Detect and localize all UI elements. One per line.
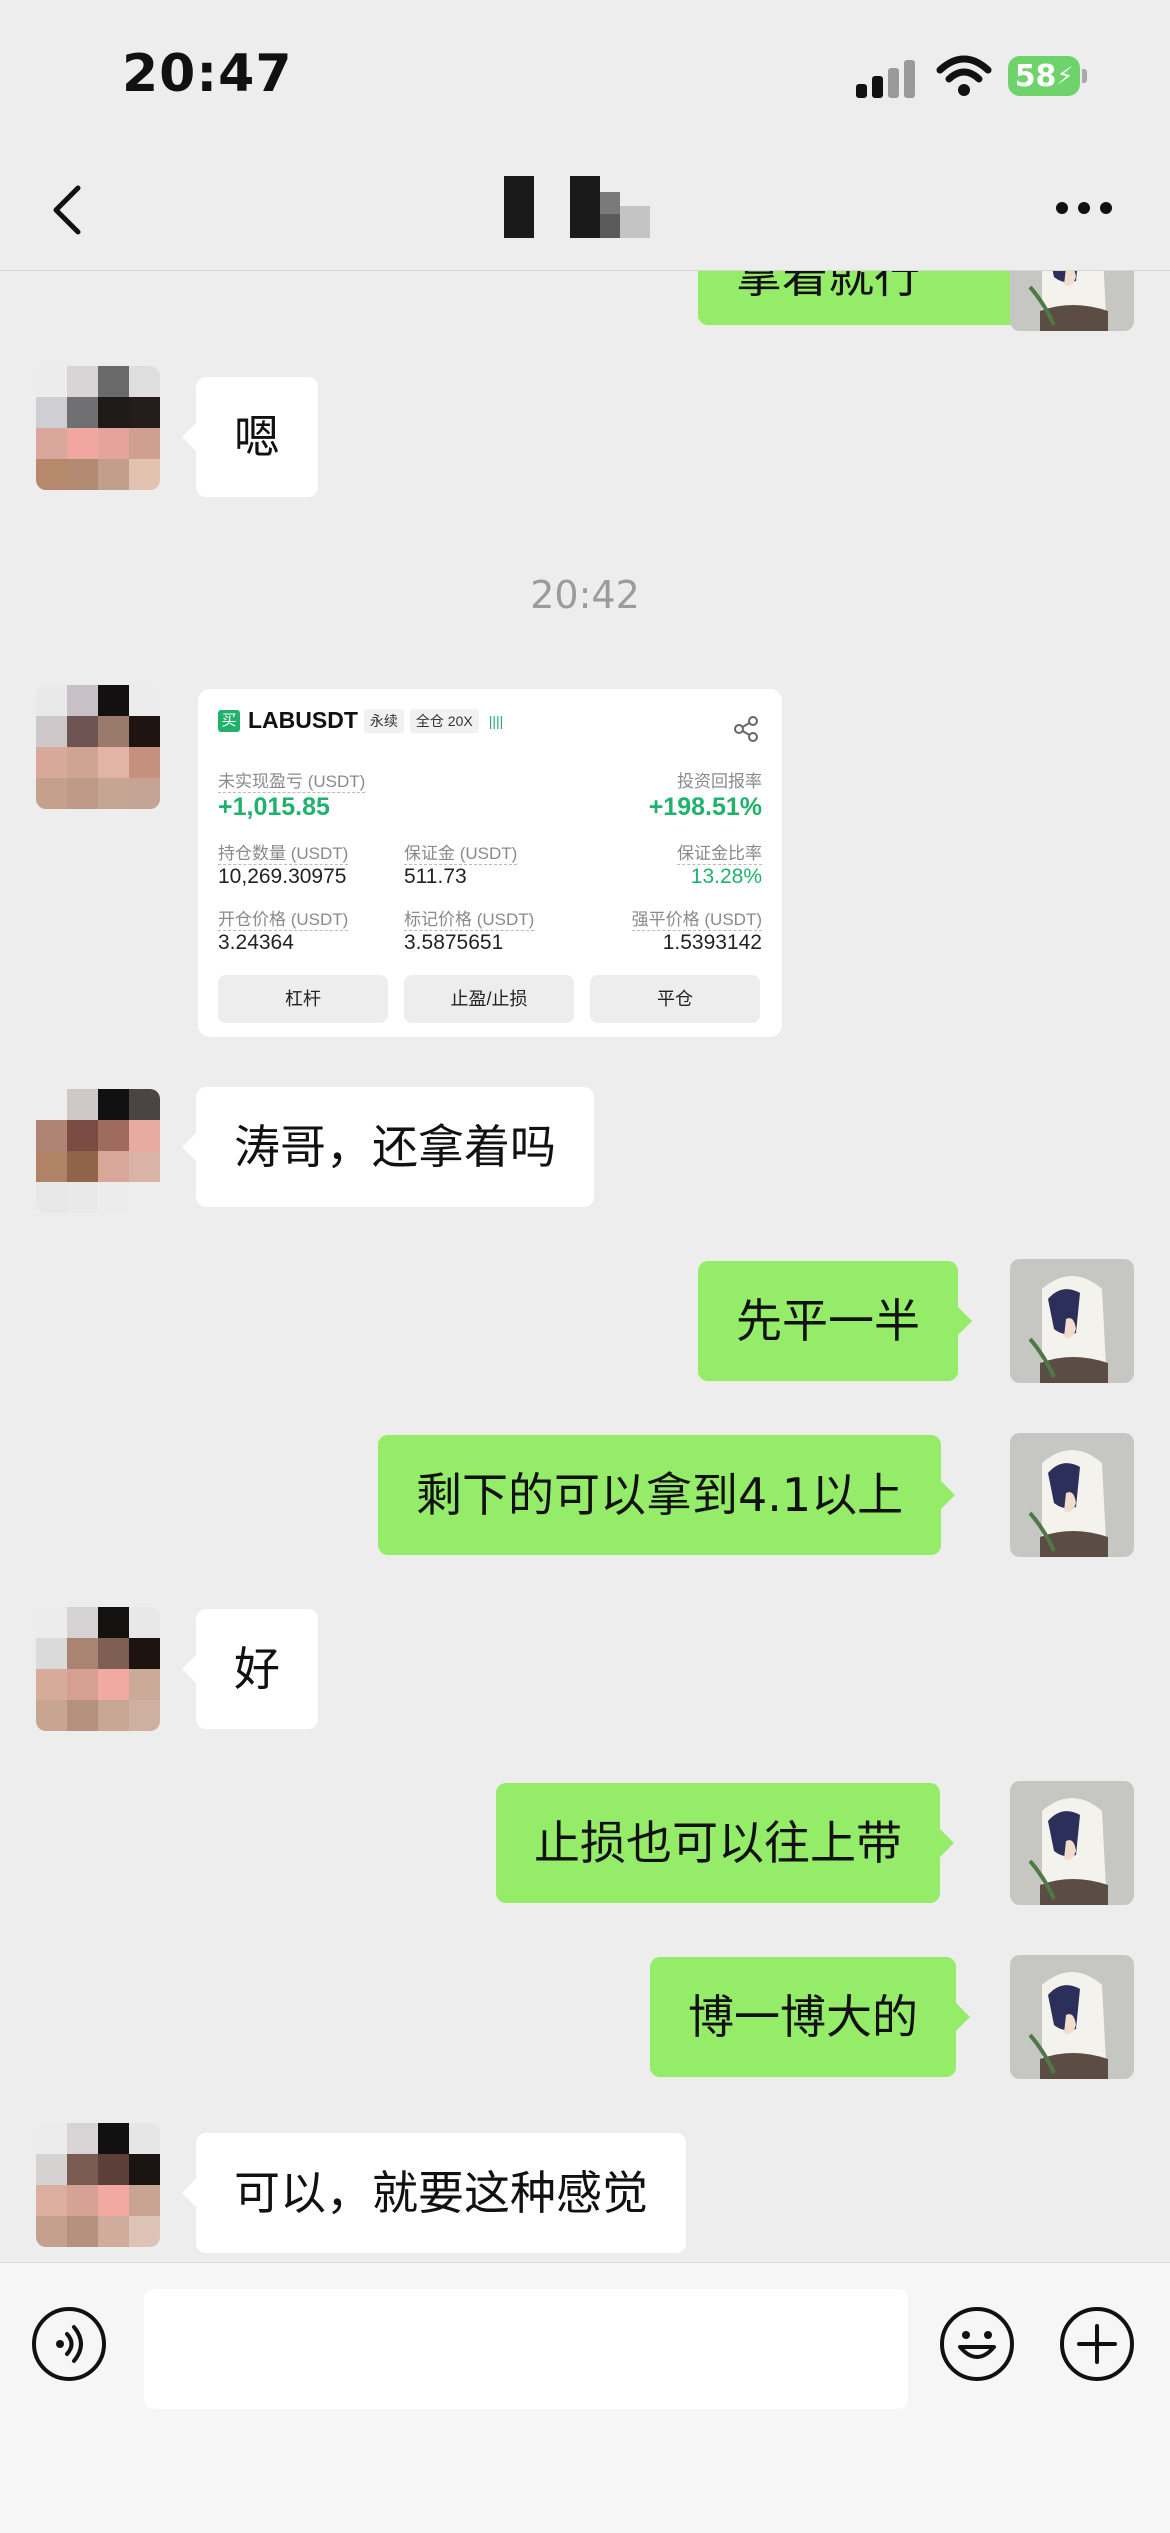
message-bubble-sent[interactable]: 博一博大的 <box>650 1957 970 2077</box>
status-time: 20:47 <box>122 44 293 104</box>
message-text: 博一博大的 <box>688 1990 918 2044</box>
message-bubble-received[interactable]: 可以，就要这种感觉 <box>182 2133 686 2253</box>
contact-avatar-pixelated[interactable] <box>36 1607 160 1731</box>
message-text: 剩下的可以拿到4.1以上 <box>416 1468 904 1522</box>
voice-icon[interactable] <box>32 2307 106 2381</box>
message-bubble-sent[interactable]: 拿着就行 <box>698 271 1034 325</box>
message-input[interactable] <box>144 2289 908 2409</box>
margin-mode-tag: 全仓 20X <box>409 708 479 733</box>
message-bubble-received[interactable]: 嗯 <box>182 377 318 497</box>
margin-value: 511.73 <box>404 865 467 888</box>
anime-avatar-icon <box>1010 271 1134 331</box>
input-bar <box>0 2262 1170 2533</box>
liq-price-label: 强平价格 (USDT) <box>631 905 762 931</box>
position-size-value: 10,269.30975 <box>218 865 347 888</box>
pnl-label: 未实现盈亏 (USDT) <box>218 767 366 793</box>
message-bubble-sent[interactable]: 止损也可以往上带 <box>496 1783 954 1903</box>
message-text: 涛哥，还拿着吗 <box>234 1120 556 1174</box>
contact-avatar-pixelated[interactable] <box>36 366 160 490</box>
margin-ratio-label: 保证金比率 <box>677 839 762 865</box>
battery-level: 58 <box>1014 58 1057 94</box>
back-chevron-icon[interactable] <box>40 180 100 240</box>
margin-ratio-value: 13.28% <box>690 865 762 888</box>
share-icon[interactable] <box>732 715 760 743</box>
more-dots-icon[interactable] <box>1056 202 1116 218</box>
my-avatar[interactable] <box>1010 1433 1134 1557</box>
plus-icon[interactable] <box>1060 2307 1134 2381</box>
chat-title-redacted <box>490 172 710 242</box>
anime-avatar-icon <box>1010 1259 1134 1383</box>
my-avatar[interactable] <box>1010 271 1134 331</box>
contact-avatar-pixelated[interactable] <box>36 1089 160 1213</box>
mark-price-value: 3.5875651 <box>404 931 504 954</box>
message-text: 嗯 <box>234 410 280 464</box>
wifi-icon <box>936 55 992 96</box>
message-bubble-received[interactable]: 涛哥，还拿着吗 <box>182 1087 594 1207</box>
leverage-button[interactable]: 杠杆 <box>218 975 388 1023</box>
message-bubble-sent[interactable]: 剩下的可以拿到4.1以上 <box>378 1435 956 1555</box>
buy-side-badge: 买 <box>218 709 240 732</box>
signal-icon <box>856 58 916 98</box>
message-text: 止损也可以往上带 <box>534 1816 902 1870</box>
anime-avatar-icon <box>1010 1955 1134 2079</box>
message-list[interactable]: 拿着就行 嗯 20:42 买 LABUSDT 永续 全仓 20X |||| 未实… <box>0 271 1170 2261</box>
message-text: 好 <box>234 1642 280 1696</box>
position-size-label: 持仓数量 (USDT) <box>218 839 349 865</box>
anime-avatar-icon <box>1010 1433 1134 1557</box>
message-bubble-received[interactable]: 好 <box>182 1609 318 1729</box>
signal-marks: |||| <box>488 712 504 729</box>
position-share-card[interactable]: 买 LABUSDT 永续 全仓 20X |||| 未实现盈亏 (USDT) +1… <box>198 689 782 1037</box>
my-avatar[interactable] <box>1010 1955 1134 2079</box>
message-bubble-sent[interactable]: 先平一半 <box>698 1261 972 1381</box>
entry-price-value: 3.24364 <box>218 931 294 954</box>
anime-avatar-icon <box>1010 1781 1134 1905</box>
tp-sl-button[interactable]: 止盈/止损 <box>404 975 574 1023</box>
mark-price-label: 标记价格 (USDT) <box>404 905 535 931</box>
roi-value: +198.51% <box>648 793 762 821</box>
my-avatar[interactable] <box>1010 1781 1134 1905</box>
margin-label: 保证金 (USDT) <box>404 839 518 865</box>
entry-price-label: 开仓价格 (USDT) <box>218 905 349 931</box>
message-text: 先平一半 <box>736 1294 920 1348</box>
message-text: 拿着就行 <box>736 271 920 303</box>
contact-avatar-pixelated[interactable] <box>36 2123 160 2247</box>
message-text: 可以，就要这种感觉 <box>234 2166 648 2220</box>
contact-avatar-pixelated[interactable] <box>36 685 160 809</box>
contract-type-tag: 永续 <box>363 708 404 733</box>
chat-header <box>0 150 1170 271</box>
pnl-value: +1,015.85 <box>218 793 330 821</box>
status-bar: 20:47 58 ⚡ <box>0 0 1170 150</box>
close-position-button[interactable]: 平仓 <box>590 975 760 1023</box>
card-header: 买 LABUSDT 永续 全仓 20X |||| <box>218 707 503 734</box>
message-timestamp: 20:42 <box>530 573 640 617</box>
my-avatar[interactable] <box>1010 1259 1134 1383</box>
roi-label: 投资回报率 <box>677 772 762 791</box>
liq-price-value: 1.5393142 <box>662 931 762 954</box>
symbol-name: LABUSDT <box>248 707 358 733</box>
emoji-icon[interactable] <box>940 2307 1014 2381</box>
battery-charging-icon: 58 ⚡ <box>1008 56 1087 96</box>
